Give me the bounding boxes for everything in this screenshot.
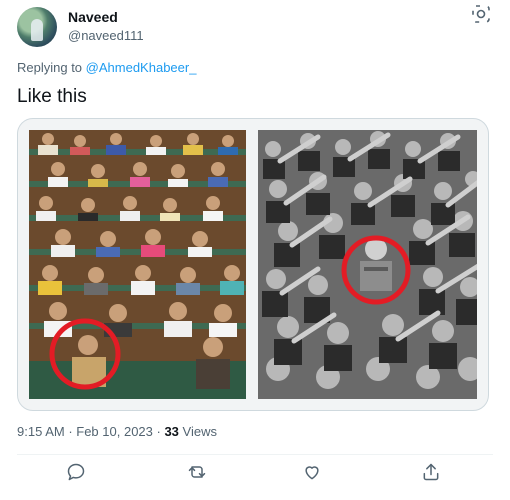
views-label: Views [178,424,217,439]
media-container[interactable] [17,118,489,411]
views-count: 33 [164,424,179,439]
tweet-text: Like this [17,86,87,107]
left-photo [29,130,246,399]
author-handle[interactable]: @naveed111 [68,28,144,43]
like-icon[interactable] [302,462,324,484]
tweet-date[interactable]: Feb 10, 2023 [76,424,153,439]
avatar[interactable] [17,7,57,47]
grok-icon[interactable] [470,3,492,25]
right-photo [258,130,477,399]
reply-target-link[interactable]: @AhmedKhabeer_ [86,60,197,75]
tweet-time[interactable]: 9:15 AM [17,424,65,439]
action-bar [0,462,510,486]
divider [17,454,493,455]
meta-separator: · [152,424,165,439]
retweet-icon[interactable] [187,462,209,484]
replying-to-label: Replying to [17,60,83,75]
tweet-meta: 9:15 AM · Feb 10, 2023 · 33 Views [17,424,217,439]
share-icon[interactable] [421,462,443,484]
meta-separator: · [64,424,77,439]
author-name[interactable]: Naveed [68,9,118,25]
reply-icon[interactable] [66,462,88,484]
replying-to: Replying to @AhmedKhabeer_ [17,60,196,75]
